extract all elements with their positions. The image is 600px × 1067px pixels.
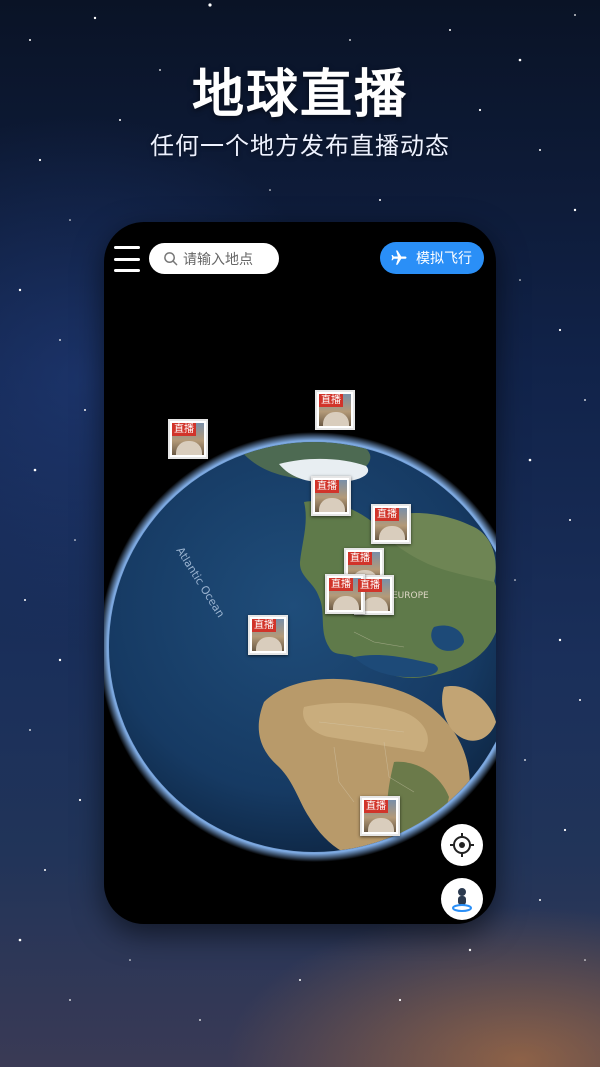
live-pin[interactable]: 直播 xyxy=(371,504,411,544)
promo-title: 地球直播 xyxy=(191,65,408,125)
europe-label: EUROPE xyxy=(392,591,429,601)
street-view-button[interactable] xyxy=(441,878,483,920)
search-placeholder: 请输入地点 xyxy=(183,251,253,268)
phone-screen: 请输入地点 模拟飞行 Atlantic Ocean EUROPE 直播 直播 直… xyxy=(104,222,496,924)
search-input[interactable]: 请输入地点 xyxy=(149,243,279,274)
simulate-flight-label: 模拟飞行 xyxy=(416,251,472,267)
search-icon xyxy=(164,252,178,266)
person-icon xyxy=(452,888,472,912)
live-pin[interactable]: 直播 xyxy=(360,796,400,836)
airplane-icon xyxy=(391,250,407,265)
crosshair-icon xyxy=(450,833,474,857)
menu-icon[interactable] xyxy=(114,244,140,274)
live-pin[interactable]: 直播 xyxy=(168,419,208,459)
live-pin[interactable]: 直播 xyxy=(315,390,355,430)
locate-button[interactable] xyxy=(441,824,483,866)
live-pin[interactable]: 直播 xyxy=(311,476,351,516)
live-pin[interactable]: 直播 xyxy=(248,615,288,655)
promo-subtitle: 任何一个地方发布直播动态 xyxy=(150,132,450,160)
globe-map[interactable]: Atlantic Ocean EUROPE xyxy=(104,402,496,862)
simulate-flight-button[interactable]: 模拟飞行 xyxy=(380,242,484,274)
